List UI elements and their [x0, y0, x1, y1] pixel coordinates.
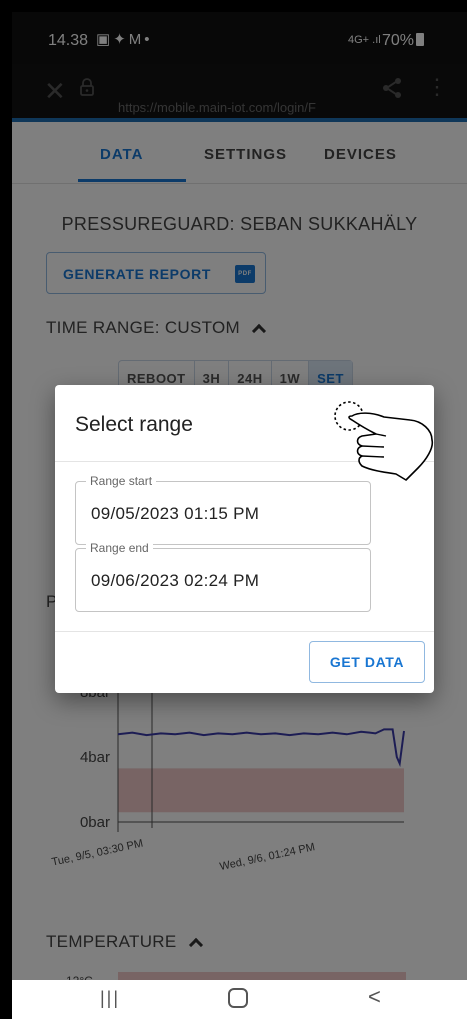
phone-screen: 14.38 ▣✦M• 4G+ .ıl 70% ✕ https://mobile.… — [12, 12, 467, 1019]
range-end-label: Range end — [86, 541, 153, 555]
range-end-value: 09/06/2023 02:24 PM — [91, 571, 260, 590]
recents-icon[interactable]: ||| — [100, 988, 120, 1009]
back-icon[interactable]: < — [368, 984, 381, 1010]
dialog-title: Select range — [75, 413, 193, 436]
dialog-divider — [55, 631, 434, 632]
system-nav-bar: ||| < — [12, 980, 467, 1019]
get-data-button[interactable]: GET DATA — [309, 641, 425, 683]
home-icon[interactable] — [228, 988, 248, 1008]
range-start-label: Range start — [86, 474, 157, 488]
range-end-field[interactable]: Range end 09/06/2023 02:24 PM — [75, 541, 371, 612]
range-start-value: 09/05/2023 01:15 PM — [91, 504, 260, 523]
tap-gesture-hand-icon — [334, 401, 434, 481]
range-start-field[interactable]: Range start 09/05/2023 01:15 PM — [75, 474, 371, 545]
